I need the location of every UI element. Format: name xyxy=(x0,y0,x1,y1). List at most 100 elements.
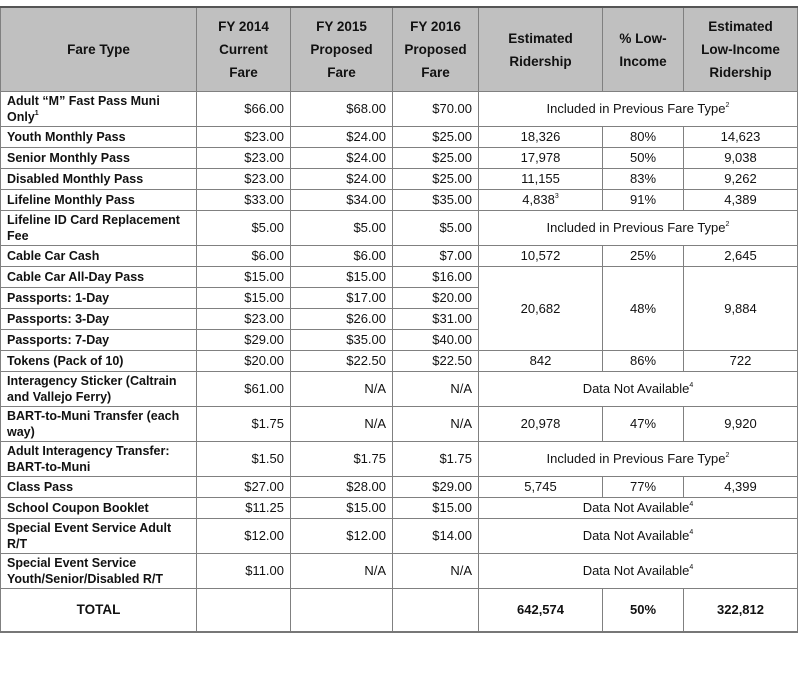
fy2015-cell: $6.00 xyxy=(290,245,393,267)
fy2015-cell: N/A xyxy=(290,553,393,589)
table-row: Special Event Service Adult R/T $12.00 $… xyxy=(0,518,798,554)
pct-low-income-cell: 50% xyxy=(602,147,684,169)
header-fare-type: Fare Type xyxy=(0,6,197,92)
table-row: Youth Monthly Pass $23.00 $24.00 $25.00 … xyxy=(0,126,798,148)
fy2014-cell: $11.25 xyxy=(196,497,291,519)
fy2015-cell: $22.50 xyxy=(290,350,393,372)
fy2014-cell: $66.00 xyxy=(196,91,291,127)
table-row: Disabled Monthly Pass $23.00 $24.00 $25.… xyxy=(0,168,798,190)
header-fy2015: FY 2015 Proposed Fare xyxy=(290,6,393,92)
fy2015-cell: $26.00 xyxy=(290,308,393,330)
low-income-ridership-cell: 2,645 xyxy=(683,245,798,267)
fare-type-cell: Lifeline Monthly Pass xyxy=(0,189,197,211)
pct-low-income-cell: 77% xyxy=(602,476,684,498)
total-fy2014-cell xyxy=(196,588,291,633)
pct-low-income-cell: 47% xyxy=(602,406,684,442)
fy2015-cell: N/A xyxy=(290,371,393,407)
fare-type-cell: Passports: 3-Day xyxy=(0,308,197,330)
fy2016-cell: $31.00 xyxy=(392,308,479,330)
fy2014-cell: $61.00 xyxy=(196,371,291,407)
ridership-cell: 4,8383 xyxy=(478,189,603,211)
low-income-ridership-cell: 14,623 xyxy=(683,126,798,148)
header-est-ridership: Estimated Ridership xyxy=(478,6,603,92)
fy2014-cell: $15.00 xyxy=(196,266,291,288)
low-income-ridership-cell: 9,262 xyxy=(683,168,798,190)
fare-type-cell: Disabled Monthly Pass xyxy=(0,168,197,190)
total-low-income-ridership: 322,812 xyxy=(683,588,798,633)
fy2015-cell: $28.00 xyxy=(290,476,393,498)
fare-type-cell: Cable Car Cash xyxy=(0,245,197,267)
fy2015-cell: $68.00 xyxy=(290,91,393,127)
low-income-ridership-cell: 9,038 xyxy=(683,147,798,169)
fy2015-cell: $17.00 xyxy=(290,287,393,309)
total-label: TOTAL xyxy=(0,588,197,633)
fy2016-cell: $25.00 xyxy=(392,168,479,190)
ridership-cell: 5,745 xyxy=(478,476,603,498)
pct-low-income-cell: 80% xyxy=(602,126,684,148)
fy2014-cell: $6.00 xyxy=(196,245,291,267)
pct-low-income-cell: 91% xyxy=(602,189,684,211)
fare-type-cell: Special Event Service Youth/Senior/Disab… xyxy=(0,553,197,589)
fare-type-cell: Passports: 1-Day xyxy=(0,287,197,309)
data-not-available-cell: Data Not Available4 xyxy=(478,371,798,407)
header-fy2014: FY 2014 Current Fare xyxy=(196,6,291,92)
fy2016-cell: N/A xyxy=(392,406,479,442)
total-pct-low-income: 50% xyxy=(602,588,684,633)
fy2014-cell: $20.00 xyxy=(196,350,291,372)
fy2015-cell: $35.00 xyxy=(290,329,393,351)
fare-type-cell: Class Pass xyxy=(0,476,197,498)
data-not-available-cell: Data Not Available4 xyxy=(478,518,798,554)
fy2016-cell: N/A xyxy=(392,553,479,589)
ridership-cell: 20,682 xyxy=(478,266,603,351)
fy2014-cell: $27.00 xyxy=(196,476,291,498)
low-income-ridership-cell: 9,920 xyxy=(683,406,798,442)
fy2015-cell: $12.00 xyxy=(290,518,393,554)
fy2014-cell: $23.00 xyxy=(196,126,291,148)
fy2015-cell: $1.75 xyxy=(290,441,393,477)
table-row: Senior Monthly Pass $23.00 $24.00 $25.00… xyxy=(0,147,798,169)
table-row: BART-to-Muni Transfer (each way) $1.75 N… xyxy=(0,406,798,442)
fy2015-cell: $5.00 xyxy=(290,210,393,246)
included-note-cell: Included in Previous Fare Type2 xyxy=(478,91,798,127)
table-row: School Coupon Booklet $11.25 $15.00 $15.… xyxy=(0,497,798,519)
table-row: Adult “M” Fast Pass Muni Only1 $66.00 $6… xyxy=(0,91,798,127)
header-row: Fare Type FY 2014 Current Fare FY 2015 Prop… xyxy=(0,6,798,92)
fy2015-cell: $15.00 xyxy=(290,497,393,519)
data-not-available-cell: Data Not Available4 xyxy=(478,497,798,519)
low-income-ridership-cell: 9,884 xyxy=(683,266,798,351)
ridership-cell: 17,978 xyxy=(478,147,603,169)
fare-table: Fare Type FY 2014 Current Fare FY 2015 Prop… xyxy=(0,6,798,633)
table-row: Cable Car All-Day Pass $15.00 $15.00 $16… xyxy=(0,266,798,351)
data-not-available-cell: Data Not Available4 xyxy=(478,553,798,589)
fy2014-cell: $33.00 xyxy=(196,189,291,211)
fare-type-cell: Lifeline ID Card Replacement Fee xyxy=(0,210,197,246)
fare-type-cell: Youth Monthly Pass xyxy=(0,126,197,148)
table-row: Lifeline Monthly Pass $33.00 $34.00 $35.… xyxy=(0,189,798,211)
fy2016-cell: $5.00 xyxy=(392,210,479,246)
table-row: Adult Interagency Transfer: BART-to-Muni… xyxy=(0,441,798,477)
fare-type-cell: BART-to-Muni Transfer (each way) xyxy=(0,406,197,442)
fare-type-cell: Tokens (Pack of 10) xyxy=(0,350,197,372)
pct-low-income-cell: 86% xyxy=(602,350,684,372)
pct-low-income-cell: 25% xyxy=(602,245,684,267)
total-ridership: 642,574 xyxy=(478,588,603,633)
table-row: Tokens (Pack of 10) $20.00 $22.50 $22.50… xyxy=(0,350,798,372)
fy2016-cell: $29.00 xyxy=(392,476,479,498)
header-pct-low-income: % Low- Income xyxy=(602,6,684,92)
table-row: Cable Car Cash $6.00 $6.00 $7.00 10,572 … xyxy=(0,245,798,267)
included-note-cell: Included in Previous Fare Type2 xyxy=(478,441,798,477)
fare-type-cell: Adult “M” Fast Pass Muni Only1 xyxy=(0,91,197,127)
fy2016-cell: $25.00 xyxy=(392,147,479,169)
fy2015-cell: $34.00 xyxy=(290,189,393,211)
total-row: TOTAL 642,574 50% 322,812 xyxy=(0,588,798,633)
low-income-ridership-cell: 4,389 xyxy=(683,189,798,211)
fare-type-cell: Special Event Service Adult R/T xyxy=(0,518,197,554)
fy2016-cell: $25.00 xyxy=(392,126,479,148)
fy2014-cell: $5.00 xyxy=(196,210,291,246)
fy2016-cell: $14.00 xyxy=(392,518,479,554)
total-fy2015-cell xyxy=(290,588,393,633)
fy2014-cell: $23.00 xyxy=(196,147,291,169)
low-income-ridership-cell: 4,399 xyxy=(683,476,798,498)
included-note-cell: Included in Previous Fare Type2 xyxy=(478,210,798,246)
ridership-cell: 11,155 xyxy=(478,168,603,190)
